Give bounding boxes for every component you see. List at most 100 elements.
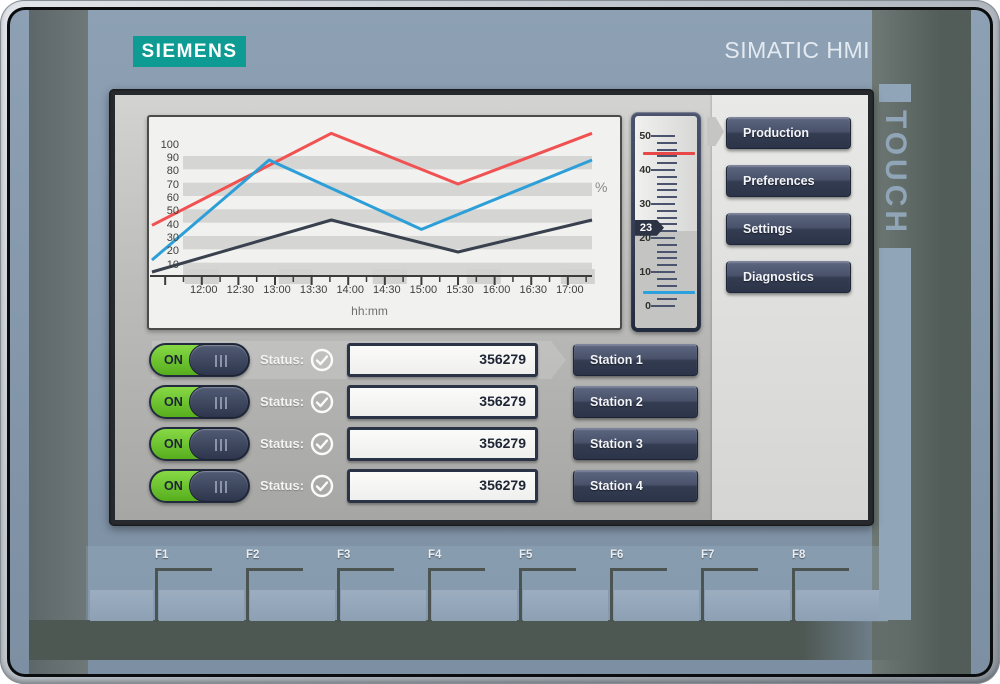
toggle-knob[interactable] xyxy=(189,386,249,418)
counter-value-field[interactable]: 356279 xyxy=(347,469,538,503)
function-key-cap[interactable] xyxy=(159,590,244,621)
trend-chart-panel: 10203040506070809010012:0012:3013:0013:3… xyxy=(147,115,622,330)
trend-chart xyxy=(149,117,620,328)
y-tick-label: 20 xyxy=(155,245,179,257)
station-button-1[interactable]: Station 1 xyxy=(573,344,698,376)
status-ok-icon xyxy=(310,474,334,503)
y-tick-label: 10 xyxy=(155,259,179,271)
station-button-3[interactable]: Station 3 xyxy=(573,428,698,460)
menu-button-production[interactable]: Production xyxy=(726,117,851,149)
function-key-label: F2 xyxy=(246,549,286,561)
function-key-bracket xyxy=(155,568,158,622)
power-toggle[interactable]: ON xyxy=(149,427,250,461)
function-key-cap[interactable] xyxy=(614,590,699,621)
function-key-bracket xyxy=(701,568,704,622)
toggle-knob[interactable] xyxy=(189,428,249,460)
menu-button-diagnostics[interactable]: Diagnostics xyxy=(726,261,851,293)
knob-grip-line xyxy=(215,355,217,367)
y-tick-label: 30 xyxy=(155,232,179,244)
counter-value-field[interactable]: 356279 xyxy=(347,385,538,419)
slider-major-tick xyxy=(651,271,675,273)
menu-button-preferences[interactable]: Preferences xyxy=(726,165,851,197)
function-key-bracket xyxy=(337,568,340,622)
function-key-bracket xyxy=(792,568,795,622)
slider-minor-tick xyxy=(657,257,677,259)
function-key-cap[interactable] xyxy=(796,590,888,621)
y-tick-label: 70 xyxy=(155,179,179,191)
slider-high-limit-marker[interactable] xyxy=(643,152,695,155)
knob-grip-line xyxy=(215,481,217,493)
counter-value-field[interactable]: 356279 xyxy=(347,427,538,461)
station-button-4[interactable]: Station 4 xyxy=(573,470,698,502)
slider-minor-tick xyxy=(657,244,677,246)
power-toggle[interactable]: ON xyxy=(149,469,250,503)
slider-scale-label: 40 xyxy=(636,164,651,176)
slider-minor-tick xyxy=(657,183,677,185)
function-key-cap[interactable] xyxy=(250,590,335,621)
slider-minor-tick xyxy=(657,264,677,266)
function-key-cap[interactable] xyxy=(432,590,517,621)
slider-scale-label: 30 xyxy=(636,198,651,210)
toggle-on-label: ON xyxy=(164,395,183,409)
slider-scale[interactable]: 0102030405023 xyxy=(635,116,697,328)
product-name: SIMATIC HMI xyxy=(560,37,870,67)
simatic-hmi-device: F1F2F3F4F5F6F7F8 SIEMENS SIMATIC HMI TOU… xyxy=(0,0,1000,684)
x-tick-label: 17:00 xyxy=(540,284,600,296)
y-tick-label: 60 xyxy=(155,192,179,204)
slider-minor-tick xyxy=(657,251,677,253)
knob-grip-line xyxy=(215,397,217,409)
bezel-left-column xyxy=(29,10,88,674)
slider-minor-tick xyxy=(657,196,677,198)
slider-minor-tick xyxy=(657,176,677,178)
y-tick-label: 50 xyxy=(155,205,179,217)
x-axis-unit-label: hh:mm xyxy=(149,304,590,318)
function-key-bracket xyxy=(246,568,303,571)
knob-grip-line xyxy=(215,439,217,451)
slider-low-limit-marker[interactable] xyxy=(643,291,695,294)
function-key-label: F6 xyxy=(610,549,650,561)
slider-minor-tick xyxy=(657,142,677,144)
function-key-label: F8 xyxy=(792,549,832,561)
touch-stripe-bottom xyxy=(879,248,911,620)
knob-grip-line xyxy=(225,439,227,451)
function-key-bracket xyxy=(428,568,485,571)
function-key-cap[interactable] xyxy=(90,590,153,621)
slider-minor-tick xyxy=(657,189,677,191)
slider-major-tick xyxy=(651,135,675,137)
status-ok-icon xyxy=(310,432,334,461)
knob-grip-line xyxy=(220,481,222,493)
y-tick-label: 80 xyxy=(155,165,179,177)
y-tick-label: 90 xyxy=(155,152,179,164)
slider-minor-tick xyxy=(657,210,677,212)
function-key-bracket xyxy=(155,568,212,571)
function-key-label: F7 xyxy=(701,549,741,561)
power-toggle[interactable]: ON xyxy=(149,385,250,419)
function-key-bracket xyxy=(519,568,576,571)
power-toggle[interactable]: ON xyxy=(149,343,250,377)
menu-button-settings[interactable]: Settings xyxy=(726,213,851,245)
function-key-label: F1 xyxy=(155,549,195,561)
function-key-cap[interactable] xyxy=(523,590,608,621)
y-axis-unit-label: % xyxy=(595,179,607,195)
station-button-2[interactable]: Station 2 xyxy=(573,386,698,418)
function-key-label: F5 xyxy=(519,549,559,561)
slider-minor-tick xyxy=(657,217,677,219)
function-key-cap[interactable] xyxy=(341,590,426,621)
setpoint-slider[interactable]: 0102030405023 xyxy=(631,112,701,332)
toggle-knob[interactable] xyxy=(189,470,249,502)
function-key-bracket xyxy=(792,568,849,571)
counter-value-field[interactable]: 356279 xyxy=(347,343,538,377)
toggle-on-label: ON xyxy=(164,479,183,493)
y-tick-label: 100 xyxy=(155,139,179,151)
touch-label: TOUCH xyxy=(879,100,911,246)
toggle-knob[interactable] xyxy=(189,344,249,376)
knob-grip-line xyxy=(225,355,227,367)
function-key-bracket xyxy=(610,568,613,622)
siemens-logo: SIEMENS xyxy=(133,36,246,67)
function-key-bracket xyxy=(610,568,667,571)
knob-grip-line xyxy=(225,481,227,493)
slider-scale-label: 10 xyxy=(636,266,651,278)
status-ok-icon xyxy=(310,348,334,377)
function-key-bracket xyxy=(246,568,249,622)
function-key-cap[interactable] xyxy=(705,590,790,621)
